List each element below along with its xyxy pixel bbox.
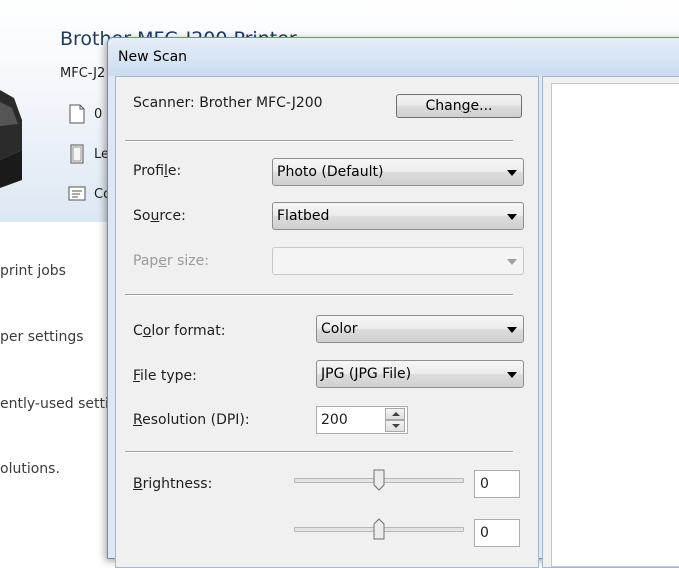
printer-image xyxy=(0,90,22,188)
source-select[interactable]: Flatbed xyxy=(272,202,524,230)
printer-info-config[interactable]: Co xyxy=(68,184,111,204)
color-format-label: Color format: xyxy=(133,323,225,339)
change-scanner-button[interactable]: Chan g e... xyxy=(396,94,522,118)
label-mnemonic: e xyxy=(158,253,167,269)
printer-info-paper[interactable]: Le xyxy=(68,144,109,164)
scan-preview-area xyxy=(551,83,679,567)
chevron-down-icon xyxy=(507,259,517,265)
label-text: Profi xyxy=(133,163,165,179)
brightness-input[interactable]: 0 xyxy=(474,470,520,498)
brightness-label: Brightness: xyxy=(133,476,212,492)
file-type-select[interactable]: JPG (JPG File) xyxy=(316,360,524,388)
list-icon xyxy=(68,186,86,201)
scan-preview-panel xyxy=(542,76,679,568)
printer-link-solutions[interactable]: olutions. xyxy=(0,461,60,477)
label-mnemonic: B xyxy=(133,476,143,492)
label-text: So xyxy=(133,208,151,224)
contrast-value: 0 xyxy=(480,525,489,541)
contrast-slider-thumb[interactable] xyxy=(373,518,385,540)
chevron-down-icon xyxy=(507,372,517,378)
color-format-select[interactable]: Color xyxy=(316,315,524,343)
button-mnemonic: g xyxy=(461,98,471,114)
dialog-title: New Scan xyxy=(118,49,188,65)
spinner-buttons xyxy=(385,408,405,432)
label-text: C xyxy=(133,323,143,339)
resolution-label: Resolution (DPI): xyxy=(133,412,250,428)
brightness-value: 0 xyxy=(480,476,489,492)
printer-link-paper-settings[interactable]: per settings xyxy=(0,329,84,345)
printer-info-documents[interactable]: 0 xyxy=(68,104,102,124)
new-scan-dialog: New Scan Scanner: Brother MFC-J200 Chan g… xyxy=(107,37,679,568)
button-text: Chan xyxy=(425,98,462,114)
file-type-value: JPG (JPG File) xyxy=(321,366,412,382)
chevron-down-icon xyxy=(507,214,517,220)
profile-select[interactable]: Photo (Default) xyxy=(272,158,524,186)
separator xyxy=(125,451,513,453)
label-mnemonic: u xyxy=(150,208,160,224)
paper-size-label: Paper size: xyxy=(133,253,209,269)
scan-settings-panel: Scanner: Brother MFC-J200 Chan g e... Prof… xyxy=(115,76,539,568)
paper-size-select xyxy=(272,247,524,275)
separator xyxy=(125,294,513,296)
label-mnemonic: F xyxy=(133,368,141,384)
label-text: rightness: xyxy=(142,476,213,492)
resolution-spinner[interactable]: 200 xyxy=(316,406,408,434)
spin-down-icon[interactable] xyxy=(385,420,405,432)
profile-value: Photo (Default) xyxy=(277,164,384,180)
dialog-titlebar[interactable]: New Scan xyxy=(108,38,679,76)
label-text: ile type: xyxy=(140,368,197,384)
printer-link-recent-settings[interactable]: ently-used settin xyxy=(0,396,118,412)
chevron-down-icon xyxy=(507,170,517,176)
source-label: Source: xyxy=(133,208,186,224)
printer-model: MFC-J2 xyxy=(60,66,106,81)
label-text: r size: xyxy=(166,253,209,269)
file-type-label: File type: xyxy=(133,368,197,384)
document-icon xyxy=(69,104,85,124)
profile-label: Profile: xyxy=(133,163,181,179)
contrast-input[interactable]: 0 xyxy=(474,519,520,547)
label-text: lor format: xyxy=(151,323,226,339)
color-format-value: Color xyxy=(321,321,358,337)
printer-info-label: 0 xyxy=(94,106,103,122)
resolution-value: 200 xyxy=(321,412,348,428)
separator xyxy=(125,140,513,142)
paper-icon xyxy=(70,144,84,164)
label-text: Pap xyxy=(133,253,159,269)
brightness-slider-thumb[interactable] xyxy=(373,469,385,491)
button-text: e... xyxy=(470,98,493,114)
label-text: rce: xyxy=(159,208,186,224)
printer-link-print-jobs[interactable]: print jobs xyxy=(0,263,66,279)
label-text: esolution (DPI): xyxy=(142,412,250,428)
label-text: e: xyxy=(167,163,182,179)
scanner-label: Scanner: Brother MFC-J200 xyxy=(133,95,323,111)
chevron-down-icon xyxy=(507,327,517,333)
label-mnemonic: R xyxy=(133,412,143,428)
spin-up-icon[interactable] xyxy=(385,408,405,420)
source-value: Flatbed xyxy=(277,208,330,224)
